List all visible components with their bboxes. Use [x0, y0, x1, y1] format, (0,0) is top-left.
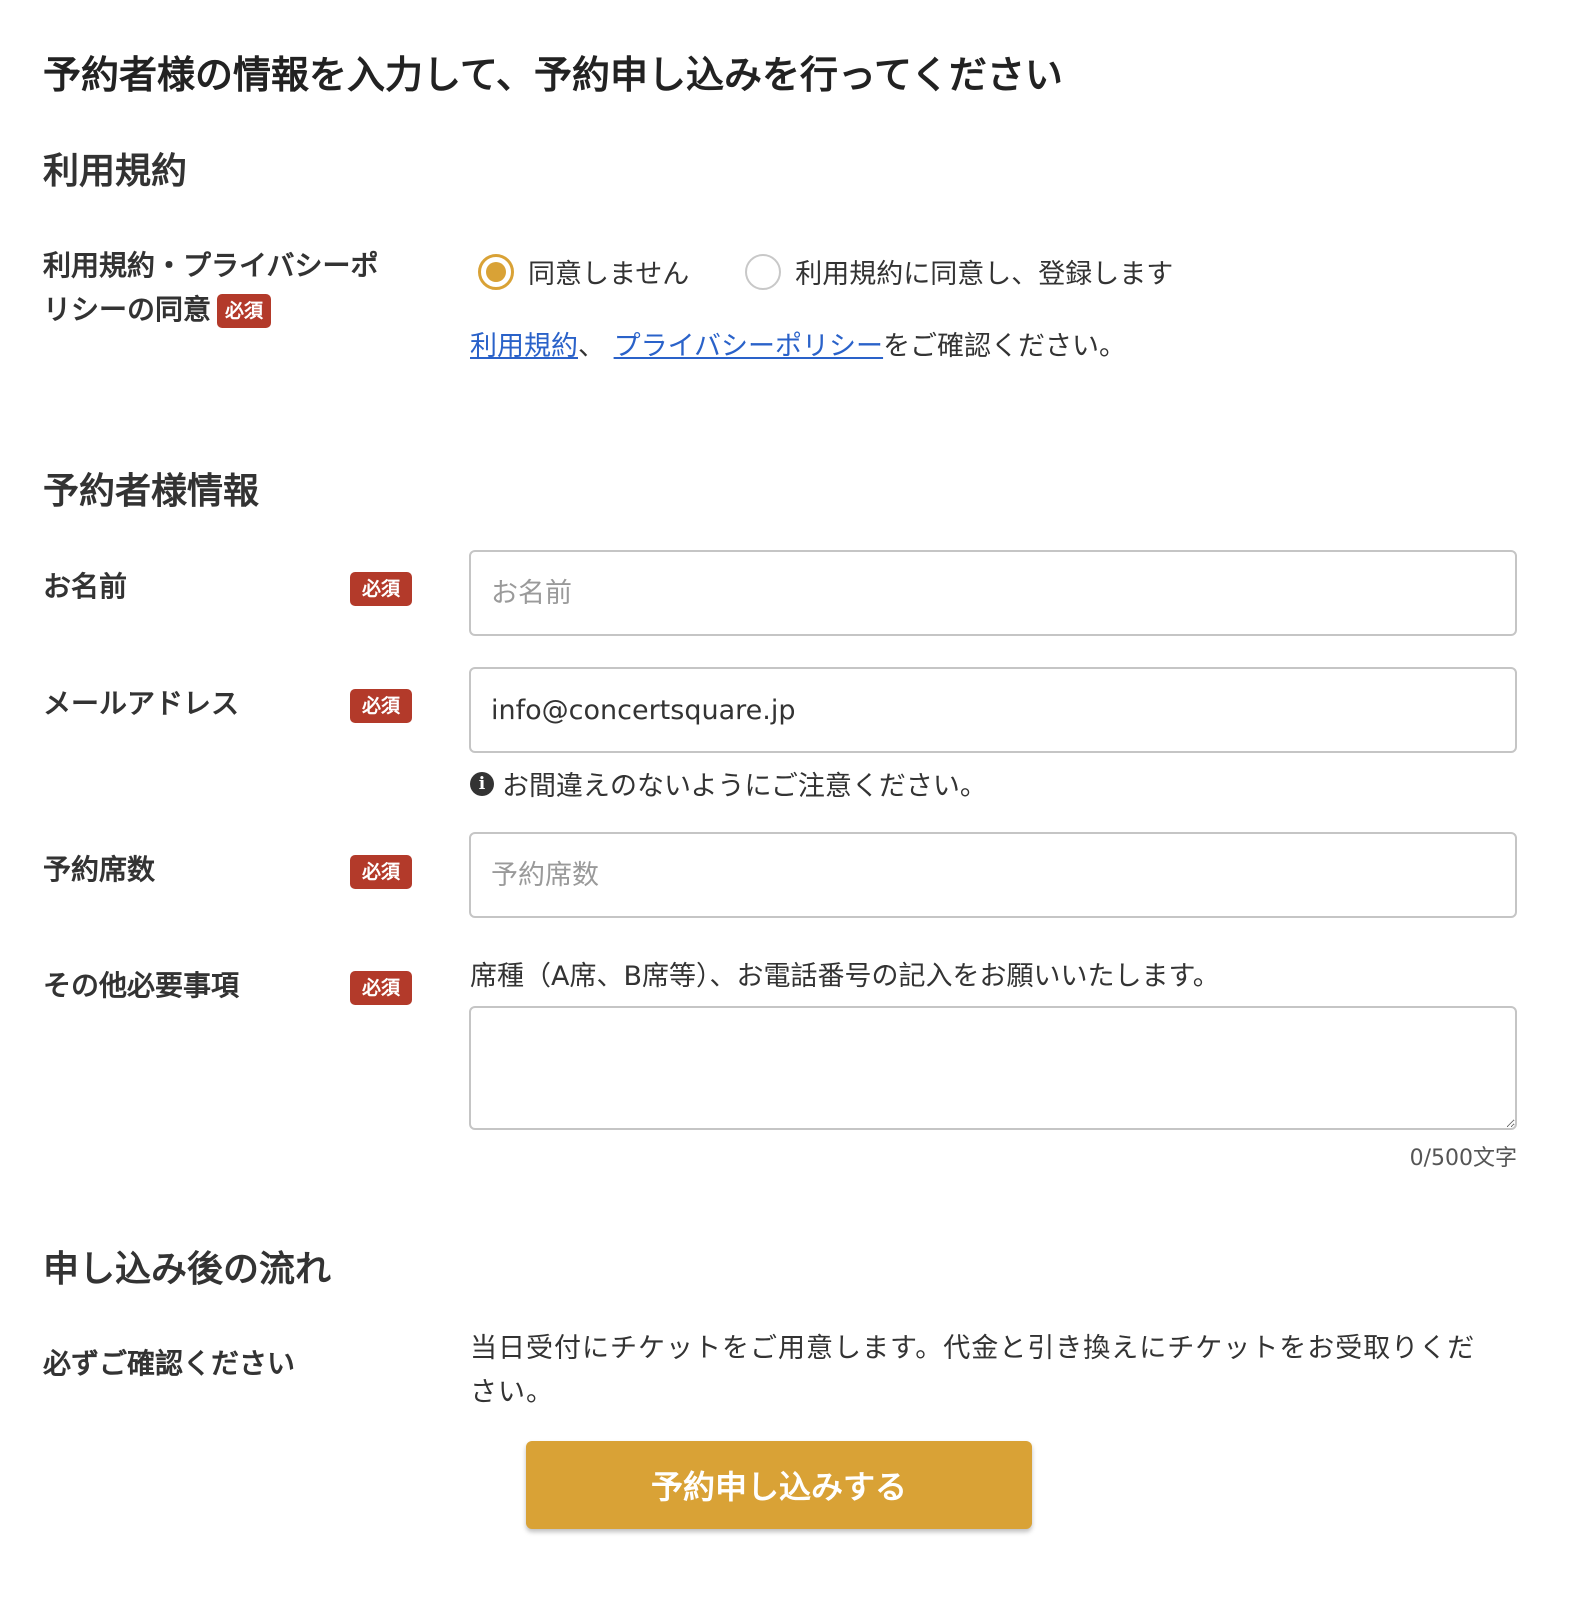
terms-radio-group: 同意しません 利用規約に同意し、登録します	[478, 252, 1229, 291]
name-input[interactable]	[469, 550, 1517, 636]
name-label: お名前	[43, 570, 128, 603]
radio-agree-label[interactable]: 利用規約に同意し、登録します	[795, 252, 1173, 291]
flow-text: 当日受付にチケットをご用意します。代金と引き換えにチケットをお受取りください。	[470, 1333, 1476, 1408]
other-label: その他必要事項	[43, 969, 240, 1002]
email-label: メールアドレス	[43, 687, 240, 720]
terms-note: 利用規約、 プライバシーポリシーをご確認ください。	[470, 324, 1126, 363]
radio-option-agree[interactable]: 利用規約に同意し、登録します	[745, 252, 1173, 291]
required-badge: 必須	[217, 294, 272, 328]
email-hint: i お間違えのないようにご注意ください。	[470, 764, 987, 803]
email-required-badge: 必須	[350, 689, 412, 723]
seats-label: 予約席数	[43, 853, 156, 886]
privacy-policy-link[interactable]: プライバシーポリシー	[614, 331, 883, 362]
other-instruction: 席種（A席、B席等）、お電話番号の記入をお願いいたします。	[470, 961, 1220, 992]
submit-button[interactable]: 予約申し込みする	[526, 1441, 1032, 1529]
terms-agreement-label-text: 利用規約・プライバシーポリシーの同意	[43, 249, 379, 326]
char-count: 0/500文字	[1409, 1146, 1517, 1171]
flow-section-title: 申し込み後の流れ	[43, 1249, 332, 1290]
radio-agree-unchecked[interactable]	[745, 253, 782, 290]
terms-note-separator: 、	[578, 331, 614, 362]
radio-disagree-checked[interactable]	[478, 253, 514, 290]
terms-agreement-label: 利用規約・プライバシーポリシーの同意 必須	[43, 244, 403, 332]
page-title: 予約者様の情報を入力して、予約申し込みを行ってください	[43, 53, 1063, 97]
name-required-badge: 必須	[350, 572, 412, 606]
terms-link[interactable]: 利用規約	[470, 331, 578, 362]
radio-option-disagree[interactable]: 同意しません	[478, 252, 689, 291]
info-icon: i	[470, 771, 494, 796]
other-textarea[interactable]	[469, 1006, 1517, 1130]
radio-disagree-label[interactable]: 同意しません	[528, 252, 689, 291]
email-input[interactable]	[469, 667, 1517, 753]
seats-input[interactable]	[469, 832, 1517, 918]
seats-required-badge: 必須	[350, 855, 412, 889]
email-hint-text: お間違えのないようにご注意ください。	[502, 771, 987, 802]
terms-note-suffix: をご確認ください。	[883, 331, 1127, 362]
other-required-badge: 必須	[350, 971, 412, 1005]
flow-label: 必ずご確認ください	[43, 1347, 296, 1380]
terms-section-title: 利用規約	[43, 151, 188, 192]
booker-section-title: 予約者様情報	[43, 471, 260, 512]
